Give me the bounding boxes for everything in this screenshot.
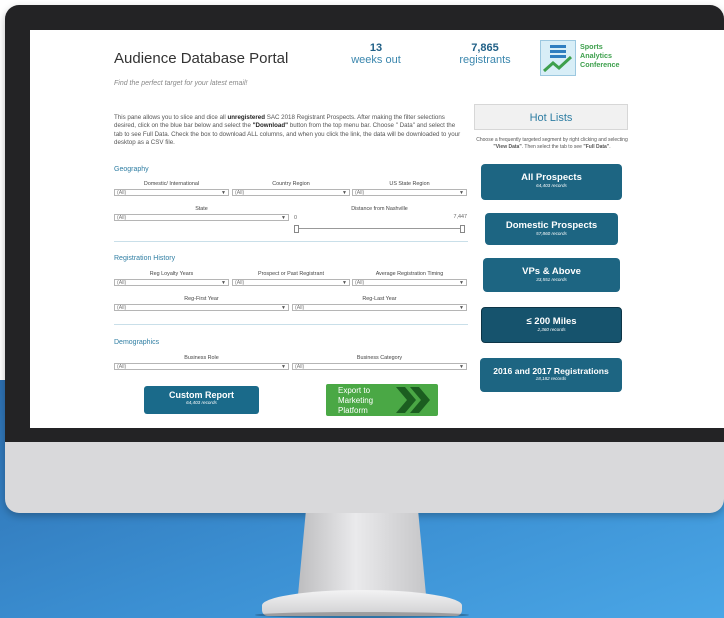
hotlist-vps-and-above[interactable]: VPs & Above 33,551 records: [483, 258, 620, 292]
filter-label-business-role: Business Role: [184, 355, 219, 361]
filter-business-category[interactable]: (All) ▼: [292, 363, 467, 370]
kpi-registrants-label: registrants: [459, 54, 511, 66]
filter-label-us-state-region: US State Region: [389, 181, 430, 187]
double-chevron-right-icon: [396, 387, 430, 413]
monitor-stand: [298, 513, 426, 595]
logo-word-1: Sports: [580, 42, 603, 51]
filter-label-business-category: Business Category: [356, 355, 403, 361]
chevron-down-icon: ▼: [221, 280, 226, 286]
hotlist-label: 2016 and 2017 Registrations: [493, 366, 609, 376]
export-label: Export to Marketing Platform: [338, 386, 374, 415]
section-demographics-title: Demographics: [114, 339, 160, 346]
logo-word-3: Conference: [580, 60, 620, 69]
filter-label-distance: Distance from Nashville: [351, 206, 408, 212]
hotlist-label: VPs & Above: [522, 266, 581, 277]
sports-analytics-conference-logo: Sports Analytics Conference: [540, 40, 624, 76]
kpi-weeks-out: 13 weeks out: [346, 42, 406, 66]
section-registration-title: Registration History: [114, 255, 176, 262]
hot-lists-instructions: Choose a frequently targeted segment by …: [476, 137, 628, 150]
hotlist-all-prospects[interactable]: All Prospects 64,403 records: [481, 164, 622, 200]
chevron-down-icon: ▼: [459, 190, 464, 196]
chevron-down-icon: ▼: [342, 190, 347, 196]
filter-avg-registration-timing[interactable]: (All) ▼: [352, 279, 467, 286]
custom-report-button[interactable]: Custom Report 64,403 records: [144, 386, 259, 414]
hotlist-within-200-miles[interactable]: ≤ 200 Miles 2,360 records: [481, 307, 622, 343]
chevron-down-icon: ▼: [281, 364, 286, 370]
filter-us-state-region[interactable]: (All) ▼: [352, 189, 467, 196]
hotlist-records: 2,360 records: [537, 327, 566, 332]
kpi-registrants: 7,865 registrants: [450, 42, 520, 66]
hotlist-label: ≤ 200 Miles: [526, 316, 577, 327]
hotlist-records: 57,860 records: [536, 231, 567, 236]
chevron-down-icon: ▼: [342, 280, 347, 286]
filter-label-reg-last-year: Reg-Last Year: [362, 296, 397, 302]
hot-lists-header: Hot Lists: [474, 104, 628, 130]
chevron-down-icon: ▼: [459, 280, 464, 286]
filter-label-country-region: Country Region: [272, 181, 310, 187]
kpi-registrants-value: 7,865: [471, 42, 499, 54]
filter-domestic-international[interactable]: (All) ▼: [114, 189, 229, 196]
filter-label-reg-loyalty: Reg Loyalty Years: [149, 271, 194, 277]
filter-label-reg-first-year: Reg-First Year: [184, 296, 219, 302]
hotlist-label: All Prospects: [521, 172, 582, 183]
logo-chart-icon: [540, 40, 576, 76]
hotlist-label: Domestic Prospects: [505, 220, 598, 231]
page-tagline: Find the perfect target for your latest …: [114, 80, 248, 87]
monitor-base-shadow: [255, 612, 469, 618]
hotlist-records: 33,551 records: [536, 277, 567, 282]
filter-label-state: State: [195, 206, 208, 212]
dashboard-screen: Audience Database Portal Find the perfec…: [30, 30, 724, 428]
hotlist-domestic-prospects[interactable]: Domestic Prospects 57,860 records: [485, 213, 618, 245]
chevron-down-icon: ▼: [281, 305, 286, 311]
hotlist-2016-2017-registrations[interactable]: 2016 and 2017 Registrations 18,182 recor…: [480, 358, 622, 392]
filter-country-region[interactable]: (All) ▼: [232, 189, 350, 196]
instructions-text: This pane allows you to slice and dice a…: [114, 114, 461, 147]
filter-reg-first-year[interactable]: (All) ▼: [114, 304, 289, 311]
custom-report-records: 64,403 records: [186, 400, 217, 405]
export-to-marketing-button[interactable]: Export to Marketing Platform: [326, 384, 438, 416]
logo-word-2: Analytics: [580, 51, 612, 60]
filter-state[interactable]: (All) ▼: [114, 214, 289, 221]
hotlist-records: 18,182 records: [535, 376, 567, 381]
kpi-weeks-value: 13: [369, 42, 383, 54]
filter-label-avg-reg-timing: Average Registration Timing: [375, 271, 444, 277]
filter-reg-loyalty-years[interactable]: (All) ▼: [114, 279, 229, 286]
divider: [114, 324, 468, 325]
filter-business-role[interactable]: (All) ▼: [114, 363, 289, 370]
chevron-down-icon: ▼: [459, 305, 464, 311]
filter-prospect-or-past[interactable]: (All) ▼: [232, 279, 350, 286]
divider: [114, 241, 468, 242]
kpi-weeks-label: weeks out: [351, 54, 401, 66]
page-title: Audience Database Portal: [114, 50, 289, 67]
hotlist-records: 64,403 records: [536, 183, 567, 188]
custom-report-label: Custom Report: [169, 390, 234, 400]
distance-slider[interactable]: 0 7,447: [292, 214, 467, 234]
distance-min: 0: [294, 215, 297, 221]
filter-label-domestic: Domestic/ International: [143, 181, 200, 187]
distance-slider-min-handle[interactable]: [294, 225, 299, 233]
filter-reg-last-year[interactable]: (All) ▼: [292, 304, 467, 311]
distance-slider-max-handle[interactable]: [460, 225, 465, 233]
filter-label-prospect-past: Prospect or Past Registrant: [258, 271, 324, 277]
chevron-down-icon: ▼: [281, 215, 286, 221]
chevron-down-icon: ▼: [459, 364, 464, 370]
chevron-down-icon: ▼: [221, 190, 226, 196]
distance-slider-track: [296, 228, 464, 229]
section-geography-title: Geography: [114, 166, 149, 173]
distance-max: 7,447: [453, 214, 468, 220]
